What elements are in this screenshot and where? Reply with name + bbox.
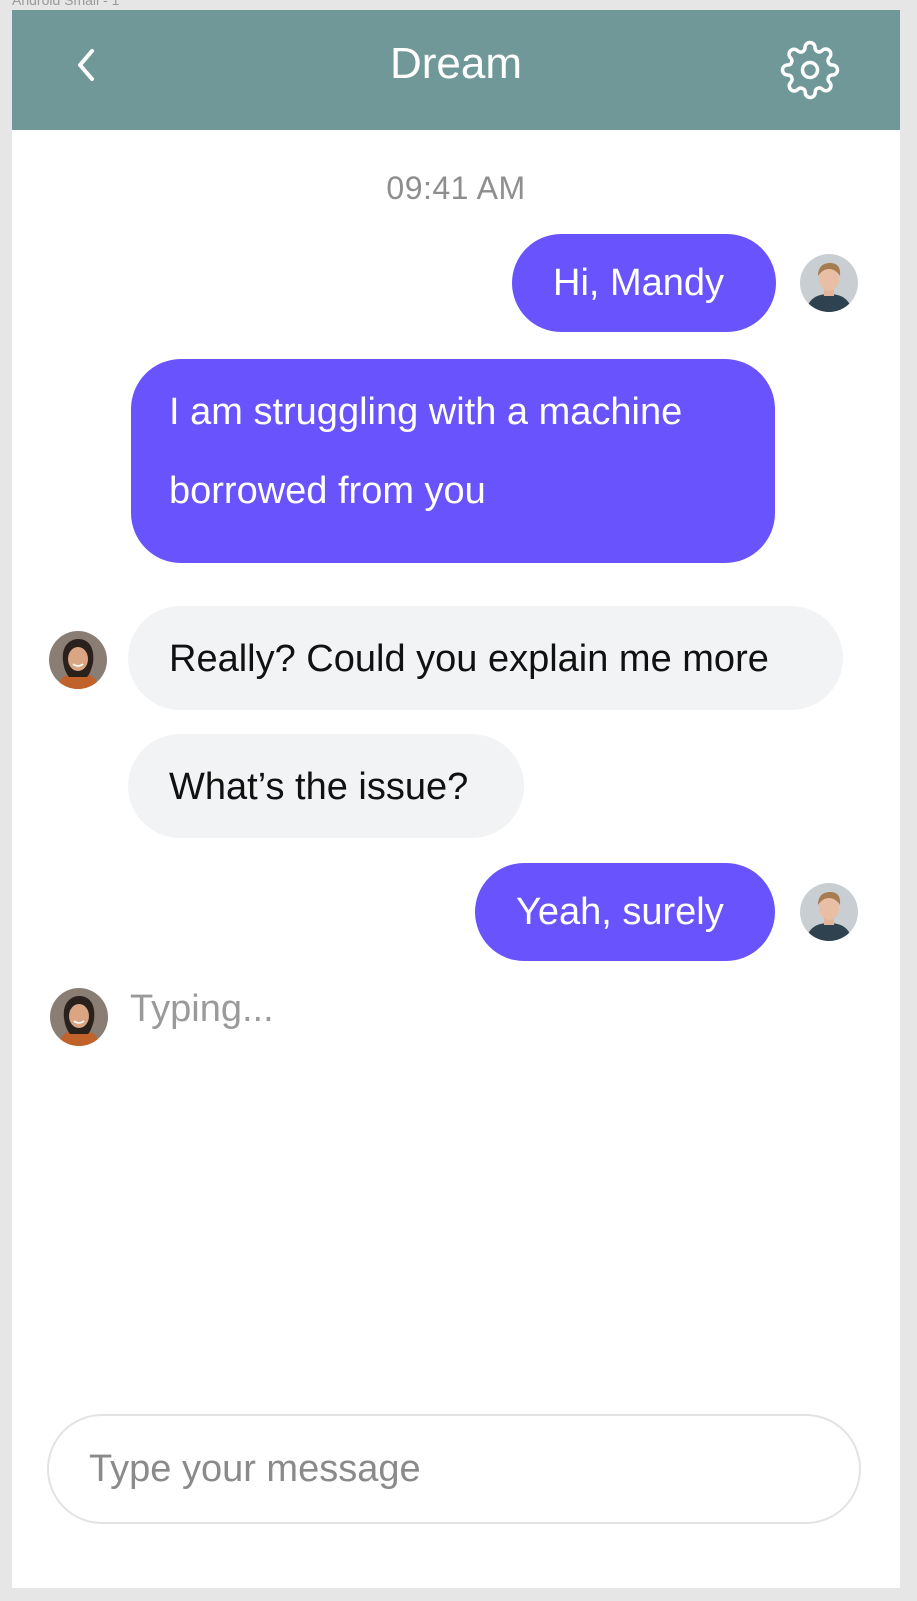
chat-screen: Dream 09:41 AM Hi, Mandy I am struggling… xyxy=(12,10,900,1588)
message-bubble-incoming[interactable]: What’s the issue? xyxy=(128,734,524,838)
avatar-me xyxy=(800,883,858,941)
avatar-contact xyxy=(49,631,107,689)
message-text: Hi, Mandy xyxy=(553,262,725,304)
message-bubble-outgoing[interactable]: Hi, Mandy xyxy=(512,234,776,332)
settings-button[interactable] xyxy=(780,40,840,100)
message-text-line: I am struggling with a machine xyxy=(169,391,683,433)
avatar-me xyxy=(800,254,858,312)
message-text: Really? Could you explain me more xyxy=(169,638,769,680)
message-timestamp: 09:41 AM xyxy=(386,170,526,206)
male-avatar-icon xyxy=(800,254,858,312)
message-bubble-outgoing[interactable]: I am struggling with a machine borrowed … xyxy=(131,359,775,563)
message-bubble-outgoing[interactable]: Yeah, surely xyxy=(475,863,775,961)
message-text: What’s the issue? xyxy=(169,766,469,808)
avatar-contact xyxy=(50,988,108,1046)
male-avatar-icon xyxy=(800,883,858,941)
message-input[interactable] xyxy=(47,1414,861,1524)
message-text-line: borrowed from you xyxy=(169,470,486,512)
page-title: Dream xyxy=(389,39,523,88)
message-text: Yeah, surely xyxy=(516,891,724,933)
artboard-label: Android Small - 1 xyxy=(12,0,120,8)
message-bubble-incoming[interactable]: Really? Could you explain me more xyxy=(128,606,843,710)
female-avatar-icon xyxy=(49,631,107,689)
gear-icon xyxy=(780,40,840,100)
female-avatar-icon xyxy=(50,988,108,1046)
typing-indicator: Typing... xyxy=(130,988,274,1030)
app-header: Dream xyxy=(12,10,900,130)
